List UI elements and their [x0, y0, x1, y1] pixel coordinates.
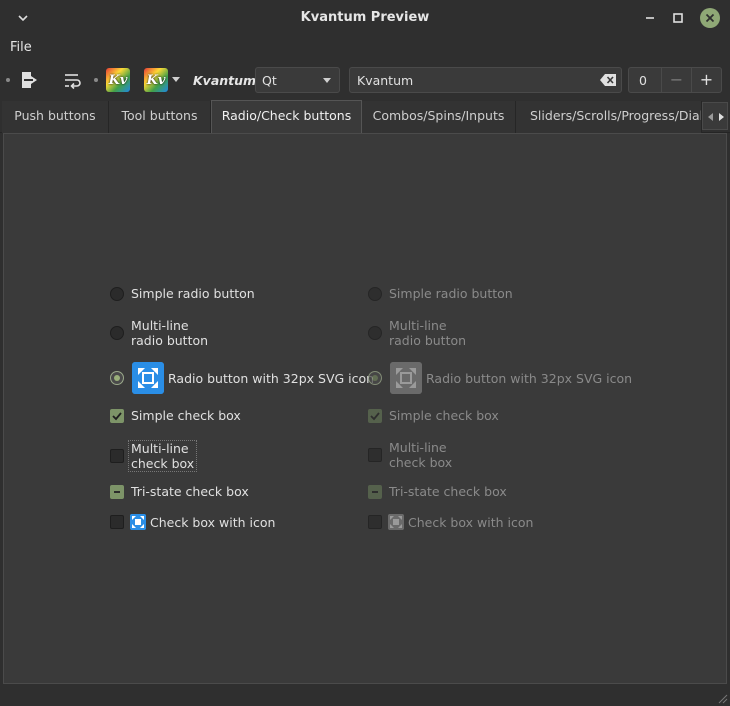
combo-value: Qt — [262, 73, 277, 88]
radio-indicator — [368, 286, 382, 301]
check-indicator — [110, 515, 124, 529]
multiline-check-label: Multi-line check box — [128, 440, 198, 472]
radio-indicator-checked — [368, 371, 382, 385]
simple-radio-label: Simple radio button — [389, 286, 513, 301]
exit-icon[interactable] — [18, 68, 42, 92]
toolbar-handle[interactable] — [6, 78, 10, 82]
multiline-radio-button-disabled: Multi-line radio button — [368, 318, 466, 348]
tab-bar: Push buttons Tool buttons Radio/Check bu… — [0, 100, 730, 134]
tab-scroll-arrows-icon[interactable] — [703, 103, 729, 131]
checkmark-icon — [112, 411, 122, 420]
icon-check-label: Check box with icon — [150, 514, 276, 530]
multiline-radio-line-2: radio button — [389, 333, 467, 348]
multiline-check-line-2: check box — [131, 456, 195, 471]
clear-text-icon[interactable] — [599, 73, 617, 87]
title-bar: Kvantum Preview — [0, 0, 730, 36]
text-input[interactable]: Kvantum — [349, 67, 622, 93]
style-combo[interactable]: Qt — [255, 67, 340, 93]
check-indicator-partial — [110, 484, 124, 499]
kvantum-menu-icon[interactable]: Kv — [144, 68, 168, 92]
fullscreen-icon — [132, 362, 164, 394]
radio-indicator — [110, 326, 124, 340]
simple-check-box[interactable]: Simple check box — [110, 408, 241, 423]
tristate-check-box-disabled: Tri-state check box — [368, 484, 507, 499]
tab-push-buttons[interactable]: Push buttons — [2, 101, 109, 133]
icon-check-box-disabled: Check box with icon — [368, 514, 533, 530]
simple-check-label: Simple check box — [389, 408, 499, 423]
minimize-icon[interactable] — [640, 8, 660, 28]
resize-grip-icon[interactable] — [718, 694, 728, 704]
tab-tool-buttons[interactable]: Tool buttons — [109, 101, 211, 133]
multiline-check-line-1: Multi-line — [389, 440, 447, 455]
check-indicator-checked — [110, 408, 124, 423]
toolbar-handle[interactable] — [94, 78, 98, 82]
simple-check-box-disabled: Simple check box — [368, 408, 499, 423]
multiline-check-box-disabled: Multi-line check box — [368, 440, 452, 470]
multiline-radio-line-1: Multi-line — [389, 318, 447, 333]
menu-bar: File — [0, 36, 730, 60]
tristate-check-label: Tri-state check box — [389, 484, 507, 499]
radio-indicator — [110, 286, 124, 301]
fullscreen-icon — [390, 362, 422, 394]
menu-file[interactable]: File — [10, 40, 32, 55]
tristate-check-label: Tri-state check box — [131, 484, 249, 499]
svg-radio-label: Radio button with 32px SVG icon — [426, 370, 633, 386]
check-indicator — [110, 449, 124, 463]
chevron-down-icon[interactable] — [172, 77, 180, 82]
kvantum-label: Kvantum — [193, 73, 257, 88]
close-icon — [705, 13, 715, 23]
spin-box[interactable]: 0 − + — [628, 67, 722, 93]
tab-sliders-scrolls[interactable]: Sliders/Scrolls/Progress/Dial — [516, 101, 702, 133]
radio-indicator — [368, 326, 382, 340]
fullscreen-icon — [388, 514, 404, 530]
multiline-radio-button[interactable]: Multi-line radio button — [110, 318, 208, 348]
check-indicator — [368, 448, 382, 462]
tristate-check-box[interactable]: Tri-state check box — [110, 484, 249, 499]
input-value: Kvantum — [357, 73, 414, 88]
simple-radio-label: Simple radio button — [131, 286, 255, 301]
multiline-radio-label: Multi-line radio button — [389, 318, 466, 348]
multiline-check-box[interactable]: Multi-line check box — [110, 440, 198, 472]
simple-radio-button[interactable]: Simple radio button — [110, 286, 255, 301]
svg-radio-label: Radio button with 32px SVG icon — [168, 370, 375, 386]
simple-radio-button-disabled: Simple radio button — [368, 286, 513, 301]
decrement-button[interactable]: − — [661, 68, 691, 92]
svg-icon-radio-button-disabled: Radio button with 32px SVG icon — [368, 362, 632, 394]
window-title: Kvantum Preview — [300, 10, 430, 25]
checkmark-icon — [370, 411, 380, 420]
close-button[interactable] — [700, 8, 720, 28]
simple-check-label: Simple check box — [131, 408, 241, 423]
multiline-radio-label: Multi-line radio button — [131, 318, 208, 348]
multiline-radio-line-1: Multi-line — [131, 318, 189, 333]
tab-radio-check-buttons[interactable]: Radio/Check buttons — [211, 100, 362, 134]
icon-check-label: Check box with icon — [408, 514, 534, 530]
increment-button[interactable]: + — [691, 68, 721, 92]
tab-combos-spins-inputs[interactable]: Combos/Spins/Inputs — [362, 101, 516, 133]
toolbar: Kv Kv Kvantum Qt Kvantum 0 − + — [0, 62, 730, 98]
fullscreen-icon — [130, 514, 146, 530]
check-indicator-partial — [368, 484, 382, 499]
icon-check-box[interactable]: Check box with icon — [110, 514, 275, 530]
kvantum-logo-icon[interactable]: Kv — [106, 68, 130, 92]
multiline-radio-line-2: radio button — [131, 333, 209, 348]
multiline-check-label: Multi-line check box — [389, 440, 452, 470]
spin-value: 0 — [639, 73, 647, 88]
svg-icon-radio-button[interactable]: Radio button with 32px SVG icon — [110, 362, 374, 394]
multiline-check-line-2: check box — [389, 455, 453, 470]
maximize-icon[interactable] — [668, 8, 688, 28]
check-indicator-checked — [368, 408, 382, 423]
chevron-down-icon — [323, 78, 331, 83]
multiline-check-line-1: Multi-line — [131, 441, 189, 456]
tab-scroll-buttons — [702, 102, 728, 130]
radio-indicator-checked — [110, 371, 124, 385]
text-wrap-icon[interactable] — [60, 68, 84, 92]
check-indicator — [368, 515, 382, 529]
status-bar — [0, 686, 730, 706]
